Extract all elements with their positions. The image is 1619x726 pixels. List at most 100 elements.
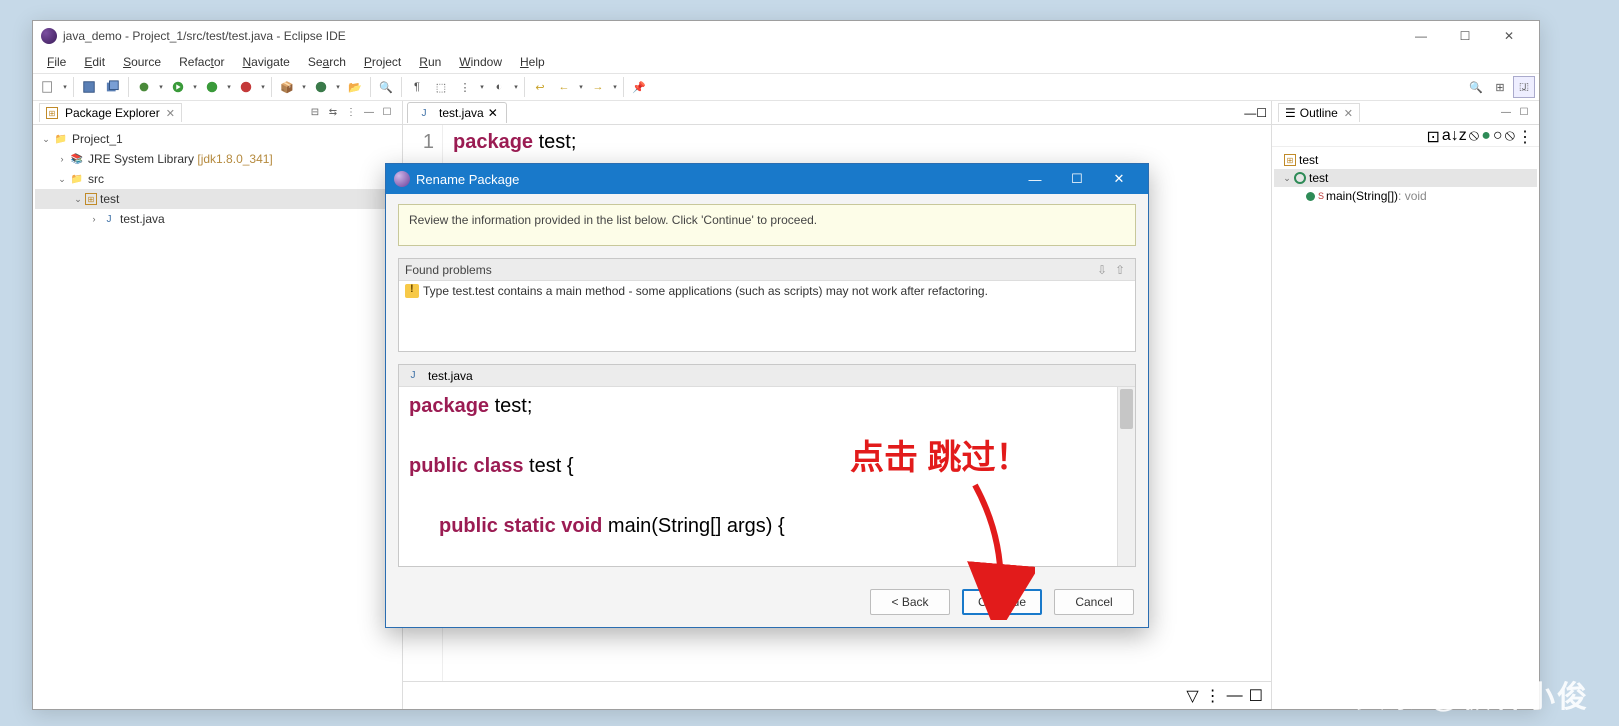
package-explorer-tab: ⊞ Package Explorer ✕ ⊟ ⇆ ⋮ — ☐ bbox=[33, 101, 402, 125]
focus-icon[interactable]: ⊡ bbox=[1426, 127, 1439, 144]
minimize-icon[interactable]: — bbox=[1497, 104, 1515, 122]
java-file-icon: J bbox=[416, 105, 432, 121]
new-class-icon[interactable] bbox=[310, 76, 332, 98]
prev-problem-icon[interactable]: ⇧ bbox=[1111, 263, 1129, 277]
back-button[interactable]: < Back bbox=[870, 589, 950, 615]
filter-icon[interactable]: ▽ bbox=[1186, 686, 1198, 706]
show-whitespace-icon[interactable]: ⋮ bbox=[454, 76, 476, 98]
tree-project[interactable]: ⌄📁 Project_1 bbox=[35, 129, 400, 149]
dialog-title: Rename Package bbox=[416, 172, 519, 187]
annotation-icon[interactable]: ◐ bbox=[488, 76, 510, 98]
cancel-button[interactable]: Cancel bbox=[1054, 589, 1134, 615]
hide-static-icon[interactable]: ● bbox=[1481, 127, 1491, 144]
toggle-mark-icon[interactable]: ¶ bbox=[406, 76, 428, 98]
java-file-icon: J bbox=[405, 368, 421, 384]
menu-help[interactable]: Help bbox=[512, 53, 553, 71]
maximize-icon[interactable]: ☐ bbox=[1256, 106, 1267, 120]
dialog-minimize-button[interactable]: — bbox=[1014, 164, 1056, 194]
tree-src[interactable]: ⌄📁 src bbox=[35, 169, 400, 189]
close-button[interactable]: ✕ bbox=[1487, 22, 1531, 50]
dialog-buttons: < Back Continue Cancel bbox=[386, 577, 1148, 627]
block-sel-icon[interactable]: ⬚ bbox=[430, 76, 452, 98]
maximize-button[interactable]: ☐ bbox=[1443, 22, 1487, 50]
forward-icon[interactable]: → bbox=[587, 76, 609, 98]
preview-code[interactable]: package test; public class test { public… bbox=[399, 387, 1135, 566]
close-icon[interactable]: ✕ bbox=[166, 107, 175, 120]
menu-edit[interactable]: Edit bbox=[76, 53, 113, 71]
outline-tree[interactable]: ⊞ test ⌄ test S main(String[]) : void bbox=[1272, 147, 1539, 209]
menu-file[interactable]: File bbox=[39, 53, 74, 71]
menu-run[interactable]: Run bbox=[411, 53, 449, 71]
hide-fields-icon[interactable]: ⦸ bbox=[1469, 127, 1479, 144]
menu-search[interactable]: Search bbox=[300, 53, 354, 71]
maximize-icon[interactable]: ☐ bbox=[1249, 686, 1263, 706]
preview-scrollbar[interactable] bbox=[1117, 387, 1135, 566]
view-menu-icon[interactable]: ⋮ bbox=[1205, 686, 1221, 706]
sort-icon[interactable]: a↓z bbox=[1442, 127, 1467, 144]
bottom-view-strip: ▽ ⋮ — ☐ bbox=[403, 681, 1271, 709]
tree-package[interactable]: ⌄⊞ test bbox=[35, 189, 400, 209]
maximize-icon[interactable]: ☐ bbox=[1515, 104, 1533, 122]
new-pkg-icon[interactable]: 📦 bbox=[276, 76, 298, 98]
view-menu-icon[interactable]: ⋮ bbox=[342, 104, 360, 122]
link-editor-icon[interactable]: ⇆ bbox=[324, 104, 342, 122]
ext-tools-icon[interactable] bbox=[235, 76, 257, 98]
new-icon[interactable] bbox=[37, 76, 59, 98]
hide-local-icon[interactable]: ⦸ bbox=[1505, 127, 1515, 144]
open-perspective-icon[interactable]: ⊞ bbox=[1489, 76, 1511, 98]
tree-jre[interactable]: ›📚 JRE System Library [jdk1.8.0_341] bbox=[35, 149, 400, 169]
package-explorer-pane: ⊞ Package Explorer ✕ ⊟ ⇆ ⋮ — ☐ ⌄📁 Projec… bbox=[33, 101, 403, 709]
open-type-icon[interactable]: 📂 bbox=[344, 76, 366, 98]
menu-source[interactable]: Source bbox=[115, 53, 169, 71]
java-perspective-icon[interactable]: 🇯 bbox=[1513, 76, 1535, 98]
continue-button[interactable]: Continue bbox=[962, 589, 1042, 615]
save-all-icon[interactable] bbox=[102, 76, 124, 98]
save-icon[interactable] bbox=[78, 76, 100, 98]
debug-icon[interactable] bbox=[133, 76, 155, 98]
close-icon[interactable]: ✕ bbox=[1344, 107, 1353, 120]
collapse-all-icon[interactable]: ⊟ bbox=[306, 104, 324, 122]
tree-java-file[interactable]: ›J test.java bbox=[35, 209, 400, 229]
dialog-close-button[interactable]: ✕ bbox=[1098, 164, 1140, 194]
editor-tab[interactable]: J test.java ✕ bbox=[407, 102, 507, 123]
hide-non-public-icon[interactable]: ○ bbox=[1493, 127, 1503, 144]
outline-pane: ☰ Outline ✕ — ☐ ⊡ a↓z ⦸ ● ○ ⦸ ⋮ ⊞ bbox=[1271, 101, 1539, 709]
class-icon bbox=[1294, 172, 1306, 184]
problems-list[interactable]: Type test.test contains a main method - … bbox=[399, 281, 1135, 351]
package-explorer-tree[interactable]: ⌄📁 Project_1 ›📚 JRE System Library [jdk1… bbox=[33, 125, 402, 233]
rename-package-dialog: Rename Package — ☐ ✕ Review the informat… bbox=[385, 163, 1149, 628]
menubar: File Edit Source Refactor Navigate Searc… bbox=[33, 51, 1539, 73]
close-tab-icon[interactable]: ✕ bbox=[488, 106, 498, 120]
minimize-button[interactable]: — bbox=[1399, 22, 1443, 50]
menu-window[interactable]: Window bbox=[451, 53, 510, 71]
last-edit-icon[interactable]: ↩ bbox=[529, 76, 551, 98]
package-icon: ⊞ bbox=[1284, 154, 1296, 166]
quick-access-icon[interactable]: 🔍 bbox=[1465, 76, 1487, 98]
pin-icon[interactable]: 📌 bbox=[628, 76, 650, 98]
minimize-icon[interactable]: — bbox=[1227, 687, 1243, 705]
outline-method[interactable]: S main(String[]) : void bbox=[1274, 187, 1537, 205]
found-problems-section: Found problems ⇩ ⇧ Type test.test contai… bbox=[398, 258, 1136, 352]
coverage-icon[interactable] bbox=[201, 76, 223, 98]
outline-package[interactable]: ⊞ test bbox=[1274, 151, 1537, 169]
package-explorer-title: Package Explorer bbox=[65, 106, 160, 120]
eclipse-icon bbox=[41, 28, 57, 44]
search-icon[interactable]: 🔍 bbox=[375, 76, 397, 98]
back-icon[interactable]: ← bbox=[553, 76, 575, 98]
menu-refactor[interactable]: Refactor bbox=[171, 53, 232, 71]
next-problem-icon[interactable]: ⇩ bbox=[1093, 263, 1111, 277]
menu-navigate[interactable]: Navigate bbox=[234, 53, 297, 71]
outline-class[interactable]: ⌄ test bbox=[1274, 169, 1537, 187]
view-menu-icon[interactable]: ⋮ bbox=[1517, 127, 1533, 144]
preview-file-name: test.java bbox=[428, 369, 473, 383]
problem-message: Type test.test contains a main method - … bbox=[423, 284, 988, 298]
maximize-icon[interactable]: ☐ bbox=[378, 104, 396, 122]
run-icon[interactable] bbox=[167, 76, 189, 98]
minimize-icon[interactable]: — bbox=[360, 104, 378, 122]
found-problems-label: Found problems bbox=[405, 263, 492, 277]
method-icon bbox=[1306, 192, 1315, 201]
menu-project[interactable]: Project bbox=[356, 53, 409, 71]
preview-section: J test.java package test; public class t… bbox=[398, 364, 1136, 567]
minimize-icon[interactable]: — bbox=[1244, 106, 1256, 120]
dialog-maximize-button[interactable]: ☐ bbox=[1056, 164, 1098, 194]
